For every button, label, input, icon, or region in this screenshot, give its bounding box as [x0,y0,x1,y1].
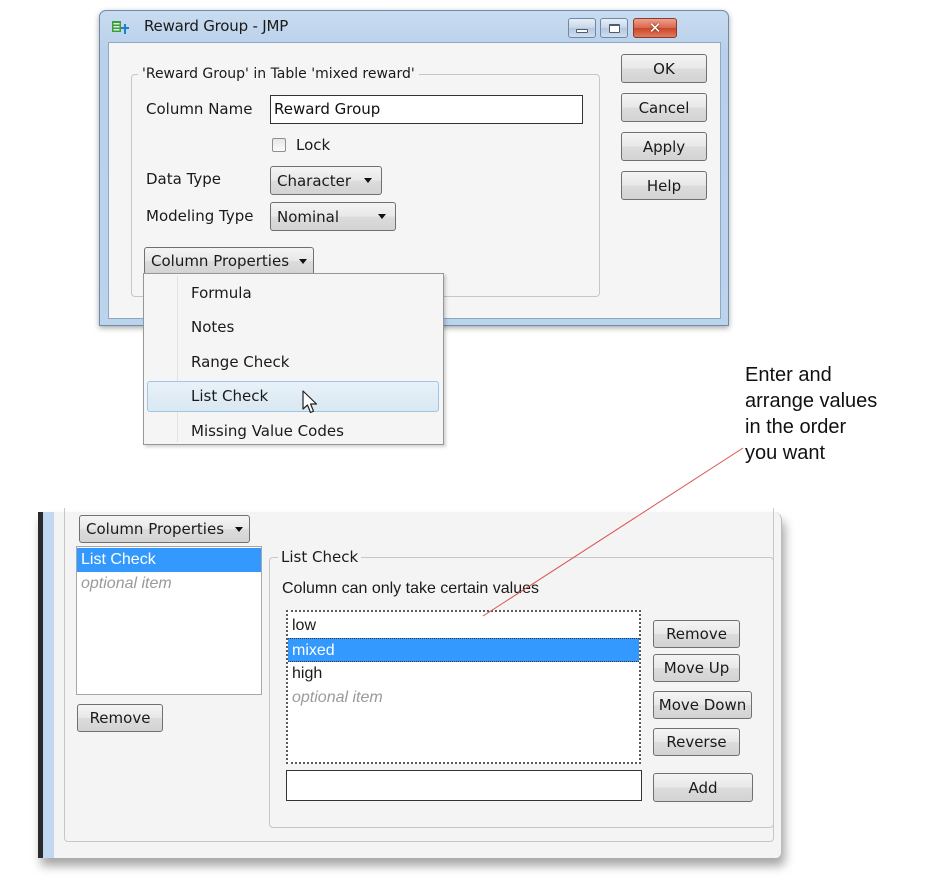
column-properties-label: Column Properties [151,252,290,270]
close-button[interactable]: ✕ [633,18,677,38]
list-check-title: List Check [278,548,362,566]
move-down-button[interactable]: Move Down [653,691,752,719]
group-title: 'Reward Group' in Table 'mixed reward' [138,66,419,82]
help-button[interactable]: Help [621,171,707,200]
callout-line: in the order [745,416,847,438]
value-item-selected[interactable]: mixed [288,638,639,662]
panel-frame-border [43,512,54,858]
list-check-description: Column can only take certain values [282,580,540,597]
modeling-type-dropdown[interactable]: Nominal [270,202,396,231]
modeling-type-label: Modeling Type [146,207,254,225]
minimize-button[interactable] [568,18,596,38]
menu-item-range-check[interactable]: Range Check [147,347,439,378]
mouse-pointer-icon [302,390,318,414]
column-properties-dropdown[interactable]: Column Properties [144,247,314,275]
value-item-placeholder[interactable]: optional item [288,686,639,710]
menu-item-formula[interactable]: Formula [147,278,439,309]
move-up-button[interactable]: Move Up [653,654,740,682]
close-icon: ✕ [648,18,662,37]
maximize-button[interactable] [600,18,628,38]
column-properties-menu: Formula Notes Range Check List Check Mis… [143,273,444,445]
remove-property-button[interactable]: Remove [77,704,163,732]
column-name-label: Column Name [146,100,253,118]
value-item[interactable]: high [288,662,639,686]
ok-button[interactable]: OK [621,54,707,83]
menu-item-label: List Check [191,387,269,405]
cancel-button[interactable]: Cancel [621,93,707,122]
chevron-down-icon [299,259,307,264]
callout-line: Enter and [745,364,832,386]
data-type-label: Data Type [146,170,222,188]
property-list-item[interactable]: List Check [77,548,261,572]
minimize-icon [576,29,588,33]
column-properties-dropdown-lower[interactable]: Column Properties [79,515,250,543]
title-bar[interactable]: Reward Group - JMP ✕ [100,11,728,41]
lock-checkbox[interactable] [272,138,286,152]
data-type-dropdown[interactable]: Character [270,166,382,195]
annotation-callout: Enter and arrange values in the order yo… [745,362,877,466]
data-type-value: Character [277,171,352,190]
add-value-button[interactable]: Add [653,773,753,802]
values-list[interactable]: low mixed high optional item [286,610,641,764]
list-check-group: List Check Column can only take certain … [269,548,774,828]
lock-label: Lock [296,136,331,154]
jmp-app-icon [112,21,129,34]
menu-item-label: Formula [191,284,252,302]
chevron-down-icon [235,527,243,532]
window-title: Reward Group - JMP [144,17,289,35]
callout-line: arrange values [745,390,878,412]
reverse-button[interactable]: Reverse [653,728,740,756]
chevron-down-icon [364,178,372,183]
chevron-down-icon [378,214,386,219]
value-item[interactable]: low [288,614,639,638]
column-properties-label: Column Properties [86,520,225,538]
menu-item-label: Notes [191,318,235,336]
menu-item-list-check[interactable]: List Check [147,381,439,412]
menu-item-notes[interactable]: Notes [147,312,439,343]
apply-button[interactable]: Apply [621,132,707,161]
maximize-icon [608,23,620,33]
menu-item-missing-value-codes[interactable]: Missing Value Codes [147,416,439,447]
menu-item-label: Missing Value Codes [191,422,344,440]
property-list-placeholder[interactable]: optional item [77,572,261,596]
column-name-input[interactable]: Reward Group [270,95,583,124]
column-group-box: 'Reward Group' in Table 'mixed reward' C… [131,66,600,297]
property-list[interactable]: List Check optional item [76,546,262,695]
modeling-type-value: Nominal [277,207,340,226]
remove-value-button[interactable]: Remove [653,620,740,648]
callout-line: you want [745,442,826,464]
menu-item-label: Range Check [191,353,290,371]
new-value-input[interactable] [286,770,642,801]
